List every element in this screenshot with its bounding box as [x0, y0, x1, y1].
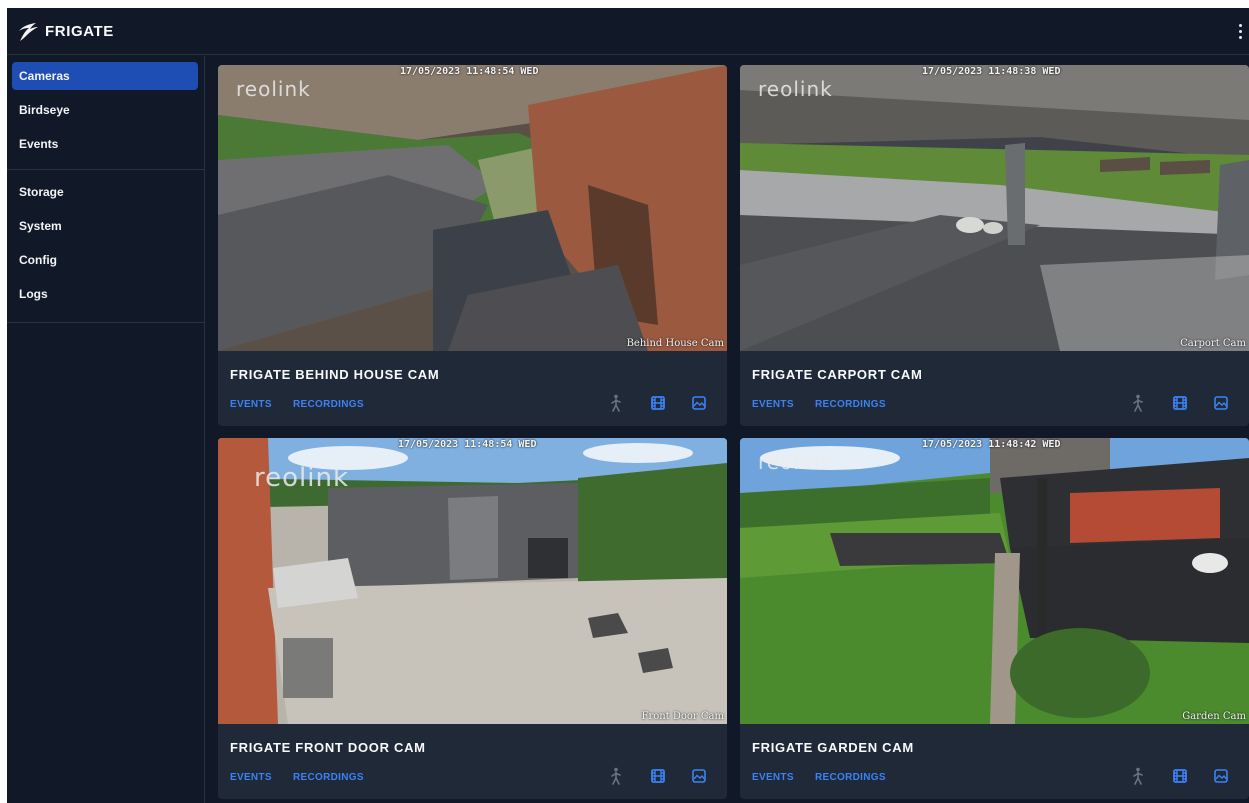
film-icon[interactable]	[1172, 394, 1188, 412]
camera-title: FRIGATE BEHIND HOUSE CAM	[230, 367, 440, 382]
camera-card-garden: 17/05/2023 11:48:42 WED reolink Garden C…	[740, 438, 1249, 799]
snapshot-icon[interactable]	[1213, 767, 1229, 785]
app-window: FRIGATE Cameras Birdseye Events Storage …	[7, 8, 1249, 803]
sidebar-item-label: Cameras	[19, 69, 70, 83]
film-icon[interactable]	[650, 767, 666, 785]
top-bar: FRIGATE	[7, 8, 1249, 55]
vertical-dots-icon[interactable]	[1237, 21, 1243, 41]
camera-card-behind-house: 17/05/2023 11:48:54 WED reolink Behind H…	[218, 65, 727, 426]
person-icon[interactable]	[1130, 767, 1146, 785]
camera-title: FRIGATE FRONT DOOR CAM	[230, 740, 426, 755]
recordings-link[interactable]: RECORDINGS	[815, 399, 886, 410]
events-link[interactable]: EVENTS	[752, 399, 794, 410]
events-link[interactable]: EVENTS	[230, 399, 272, 410]
recordings-link[interactable]: RECORDINGS	[293, 772, 364, 783]
camera-feed[interactable]: 17/05/2023 11:48:38 WED reolink Carport …	[740, 65, 1249, 351]
camera-brand-watermark: reolink	[254, 463, 350, 493]
sidebar-item-label: Config	[19, 253, 57, 267]
camera-overlay-name: Garden Cam	[1182, 711, 1246, 722]
camera-image	[740, 438, 1249, 724]
camera-overlay-name: Behind House Cam	[626, 338, 724, 349]
person-icon[interactable]	[608, 394, 624, 412]
sidebar-item-config[interactable]: Config	[12, 246, 198, 274]
sidebar-item-cameras[interactable]: Cameras	[12, 62, 198, 90]
camera-brand-watermark: reolink	[758, 77, 833, 101]
camera-image	[218, 65, 727, 351]
camera-brand-watermark: reolink	[758, 450, 833, 474]
sidebar-item-storage[interactable]: Storage	[12, 178, 198, 206]
person-icon[interactable]	[608, 767, 624, 785]
camera-timestamp: 17/05/2023 11:48:42 WED	[922, 439, 1061, 450]
camera-timestamp: 17/05/2023 11:48:54 WED	[398, 439, 537, 450]
recordings-link[interactable]: RECORDINGS	[815, 772, 886, 783]
film-icon[interactable]	[1172, 767, 1188, 785]
camera-timestamp: 17/05/2023 11:48:38 WED	[922, 66, 1061, 77]
sidebar-item-label: Logs	[19, 287, 48, 301]
events-link[interactable]: EVENTS	[752, 772, 794, 783]
camera-overlay-name: Carport Cam	[1180, 338, 1246, 349]
recordings-link[interactable]: RECORDINGS	[293, 399, 364, 410]
camera-title: FRIGATE CARPORT CAM	[752, 367, 923, 382]
sidebar-item-label: Birdseye	[19, 103, 70, 117]
sidebar-item-birdseye[interactable]: Birdseye	[12, 96, 198, 124]
camera-overlay-name: Front Door Cam	[641, 711, 725, 722]
snapshot-icon[interactable]	[1213, 394, 1229, 412]
sidebar-item-system[interactable]: System	[12, 212, 198, 240]
camera-title: FRIGATE GARDEN CAM	[752, 740, 914, 755]
camera-card-front-door: 17/05/2023 11:48:54 WED reolink Front Do…	[218, 438, 727, 799]
sidebar-item-events[interactable]: Events	[12, 130, 198, 158]
person-icon[interactable]	[1130, 394, 1146, 412]
camera-card-carport: 17/05/2023 11:48:38 WED reolink Carport …	[740, 65, 1249, 426]
snapshot-icon[interactable]	[691, 394, 707, 412]
sidebar-item-label: Storage	[19, 185, 64, 199]
camera-feed[interactable]: 17/05/2023 11:48:54 WED reolink Behind H…	[218, 65, 727, 351]
app-title[interactable]: FRIGATE	[45, 23, 114, 40]
film-icon[interactable]	[650, 394, 666, 412]
camera-feed[interactable]: 17/05/2023 11:48:42 WED reolink Garden C…	[740, 438, 1249, 724]
sidebar-item-label: Events	[19, 137, 59, 151]
snapshot-icon[interactable]	[691, 767, 707, 785]
camera-image	[740, 65, 1249, 351]
sidebar: Cameras Birdseye Events Storage System C…	[7, 56, 205, 803]
sidebar-item-logs[interactable]: Logs	[12, 280, 198, 308]
nav-group-system: Storage System Config Logs	[7, 170, 204, 323]
camera-feed[interactable]: 17/05/2023 11:48:54 WED reolink Front Do…	[218, 438, 727, 724]
camera-timestamp: 17/05/2023 11:48:54 WED	[400, 66, 539, 77]
nav-group-main: Cameras Birdseye Events	[7, 56, 204, 170]
frigate-bird-icon[interactable]	[17, 19, 39, 43]
events-link[interactable]: EVENTS	[230, 772, 272, 783]
camera-brand-watermark: reolink	[236, 77, 311, 101]
sidebar-item-label: System	[19, 219, 62, 233]
